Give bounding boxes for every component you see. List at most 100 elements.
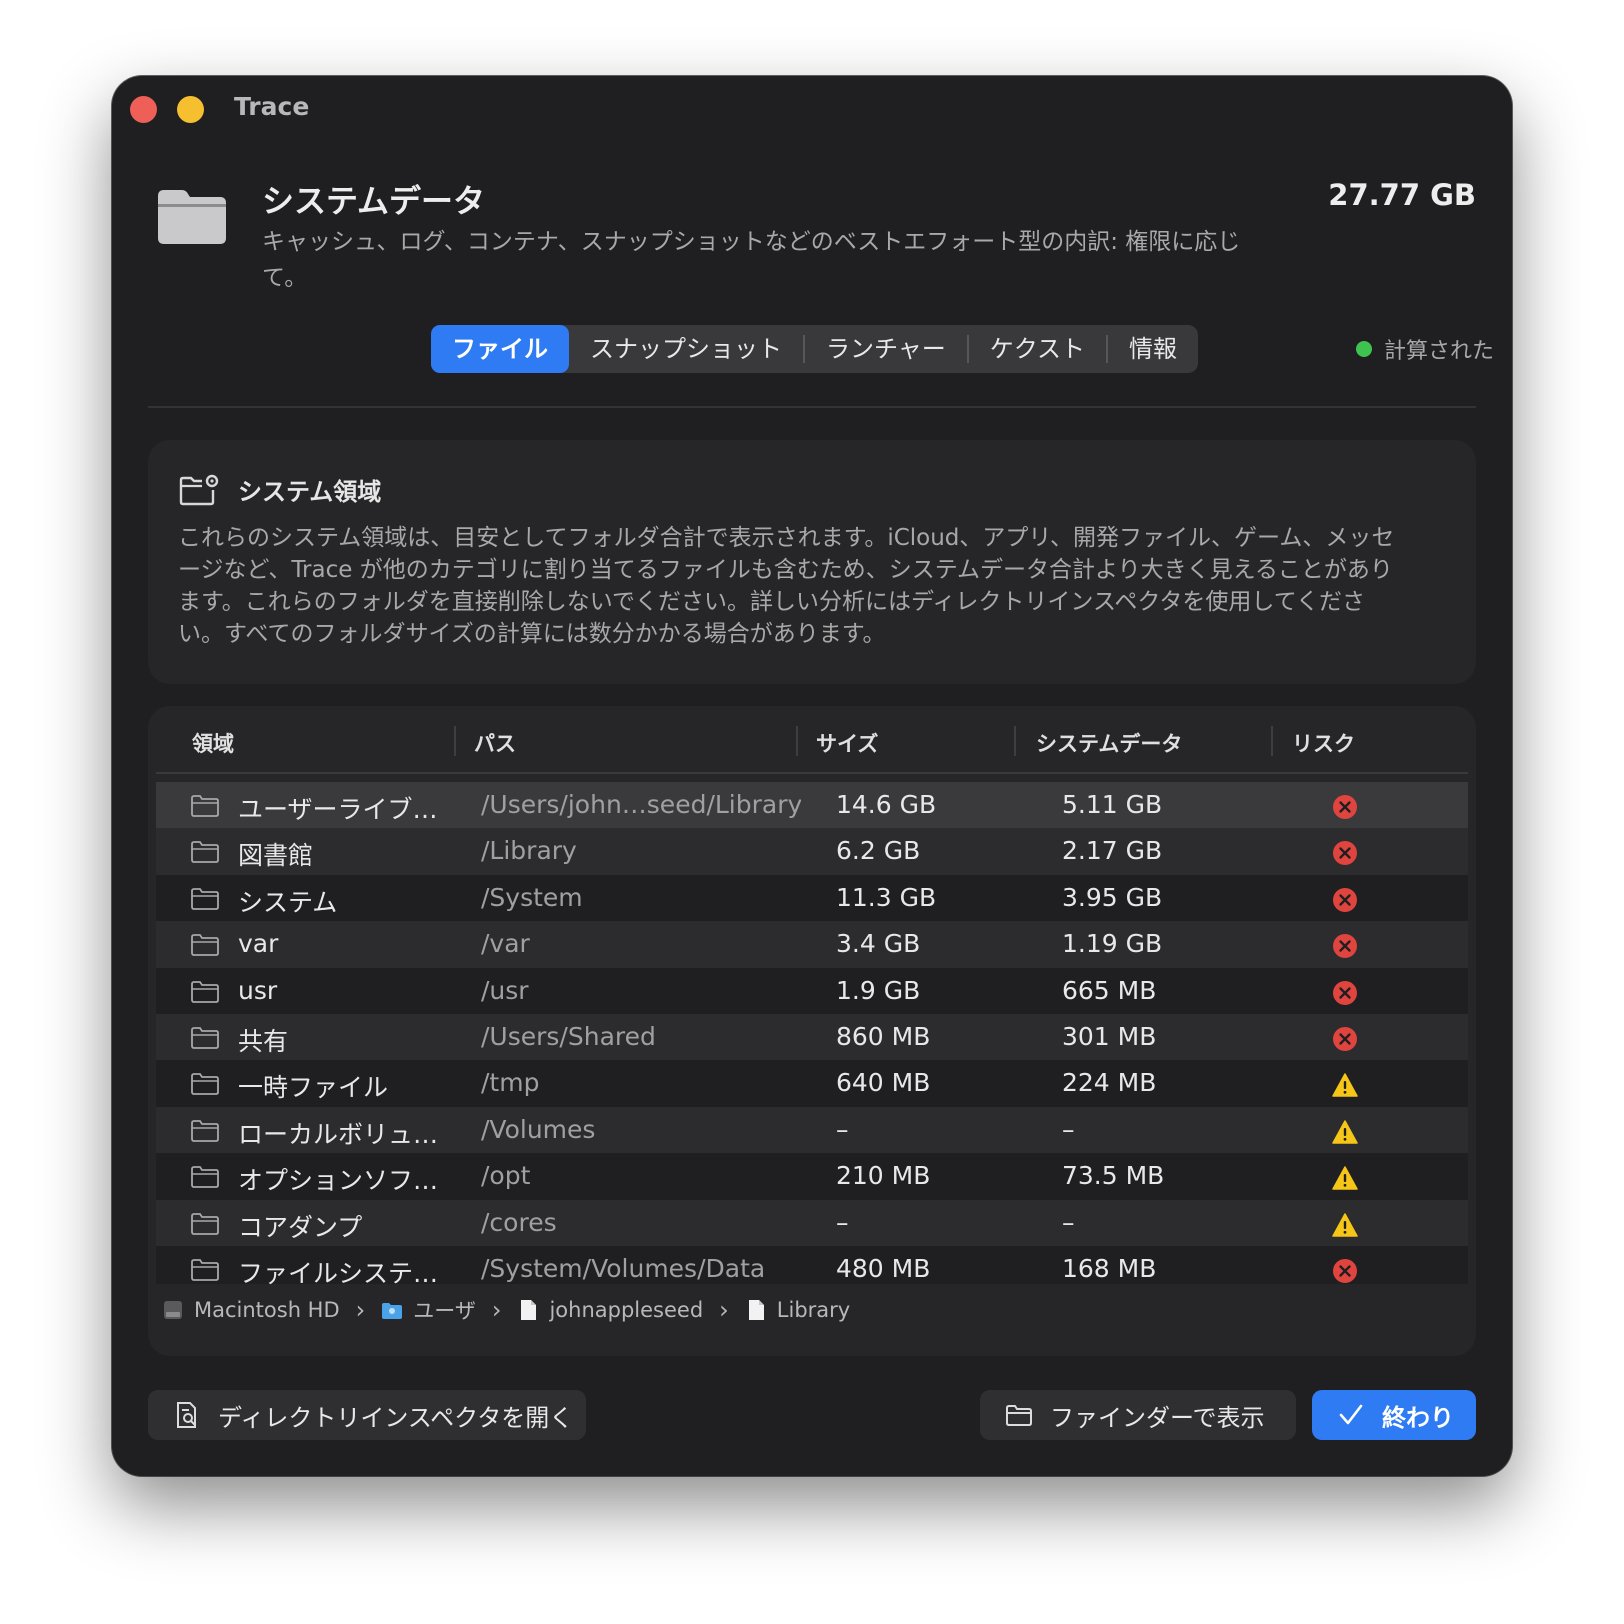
folder-icon — [191, 887, 219, 910]
column-divider — [1271, 726, 1273, 756]
page-subtitle: キャッシュ、ログ、コンテナ、スナップショットなどのベストエフォート型の内訳: 権… — [262, 229, 1241, 291]
folder-icon — [191, 1027, 219, 1049]
area-path: /Users/john…seed/Library — [481, 790, 801, 819]
column-divider — [1014, 726, 1016, 756]
document-icon — [521, 1300, 537, 1320]
area-system-data: 2.17 GB — [1062, 836, 1163, 866]
table-row[interactable]: ローカルボリュ… /Volumes – – — [156, 1106, 1468, 1155]
area-system-data: 5.11 GB — [1062, 790, 1163, 819]
area-size: 3.4 GB — [836, 929, 921, 959]
area-path: /opt — [481, 1161, 531, 1191]
area-size: 860 MB — [836, 1022, 931, 1051]
table-row[interactable]: 図書館/Library 6.2 GB 2.17 GB — [156, 828, 1468, 877]
divider — [148, 406, 1476, 408]
total-size: 27.77 GB — [1328, 178, 1476, 212]
folder-icon — [191, 980, 219, 1003]
area-name: システム — [238, 887, 338, 917]
table-row[interactable]: ファイルシステ… /System/Volumes/Data 480 MB 168 MB — [156, 1246, 1468, 1284]
folder-icon — [191, 1073, 219, 1096]
page-title: システムデータ — [262, 182, 486, 220]
folder-icon — [191, 1166, 219, 1189]
area-size: 1.9 GB — [836, 975, 921, 1005]
area-size: 640 MB — [836, 1068, 931, 1098]
breadcrumb-item[interactable]: Library — [777, 1298, 850, 1322]
done-button-label: 終わり — [1382, 1403, 1454, 1432]
table-row[interactable]: コアダンプ/cores – – — [156, 1199, 1468, 1248]
risk-warning-icon — [1332, 1120, 1358, 1144]
area-name: 一時ファイル — [238, 1073, 389, 1103]
table-row[interactable]: 一時ファイル/tmp 640 MB 224 MB — [156, 1060, 1468, 1109]
app-window: Trace システムデータ キャッシュ、ログ、コンテナ、スナップショットなどのベ… — [112, 76, 1512, 1476]
area-path: /usr — [481, 975, 529, 1005]
area-system-data: – — [1062, 1207, 1075, 1237]
tab-kexts[interactable]: ケクスト — [969, 325, 1106, 373]
area-path: /Library — [481, 836, 577, 866]
area-size: 6.2 GB — [836, 836, 921, 866]
folder-icon — [191, 1119, 219, 1142]
document-search-icon — [177, 1402, 196, 1428]
close-window-button[interactable] — [130, 96, 157, 123]
column-header-risk[interactable]: リスク — [1292, 728, 1355, 758]
area-path: /System — [481, 882, 583, 912]
chevron-right-icon: › — [355, 1296, 366, 1324]
area-size: 480 MB — [836, 1254, 931, 1283]
area-system-data: 73.5 MB — [1062, 1161, 1165, 1191]
area-path: /tmp — [481, 1068, 540, 1098]
risk-high-icon — [1333, 980, 1357, 1005]
tab-bar: ファイル スナップショット ランチャー ケクスト 情報 — [431, 325, 1199, 373]
info-card-body: これらのシステム領域は、目安としてフォルダ合計で表示されます。iCloud、アプ… — [178, 525, 1395, 647]
table-row[interactable]: 共有/Users/Shared 860 MB 301 MB — [156, 1014, 1468, 1062]
folder-gear-icon — [179, 474, 219, 506]
areas-table: 領域 パス サイズ システムデータ リスク ユーザーライブ… /Users/joh… — [148, 706, 1476, 1356]
area-path: /Users/Shared — [481, 1022, 656, 1051]
column-header-size[interactable]: サイズ — [816, 728, 878, 758]
table-row[interactable]: システム/System 11.3 GB 3.95 GB — [156, 874, 1468, 923]
table-row[interactable]: オプションソフ… /opt 210 MB 73.5 MB — [156, 1153, 1468, 1202]
column-header-system-data[interactable]: システムデータ — [1036, 728, 1182, 758]
open-directory-inspector-button[interactable]: ディレクトリインスペクタを開く — [148, 1390, 586, 1440]
area-name: ローカルボリュ… — [238, 1119, 438, 1149]
area-name: 図書館 — [238, 841, 314, 871]
area-name: usr — [238, 975, 278, 1005]
area-path: /System/Volumes/Data — [481, 1254, 766, 1283]
column-header-area[interactable]: 領域 — [192, 728, 234, 758]
area-name: var — [238, 929, 279, 959]
tab-snapshots[interactable]: スナップショット — [569, 325, 803, 373]
breadcrumb-item[interactable]: johnappleseed — [549, 1298, 703, 1322]
table-row[interactable]: usr/usr 1.9 GB 665 MB — [156, 967, 1468, 1016]
tab-info[interactable]: 情報 — [1108, 325, 1198, 373]
status-dot — [1355, 341, 1372, 357]
folder-icon — [1006, 1405, 1032, 1426]
column-divider — [796, 726, 798, 756]
area-size: 210 MB — [836, 1161, 931, 1191]
area-size: – — [836, 1114, 849, 1144]
risk-high-icon — [1333, 934, 1357, 959]
table-row[interactable]: var/var 3.4 GB 1.19 GB — [156, 921, 1468, 970]
disk-icon — [164, 1301, 182, 1319]
tab-launchers[interactable]: ランチャー — [805, 325, 967, 373]
title-bar: Trace — [112, 76, 1512, 138]
show-in-finder-button[interactable]: ファインダーで表示 — [980, 1390, 1296, 1440]
folder-icon — [191, 795, 219, 817]
table-row[interactable]: ユーザーライブ… /Users/john…seed/Library 14.6 GB 5… — [156, 782, 1468, 830]
inspector-button-label: ディレクトリインスペクタを開く — [218, 1403, 574, 1432]
area-path: /cores — [481, 1207, 557, 1237]
risk-high-icon — [1333, 1027, 1357, 1051]
status-indicator: 計算された — [1355, 326, 1494, 372]
column-header-path[interactable]: パス — [474, 728, 516, 758]
minimize-window-button[interactable] — [177, 96, 204, 123]
breadcrumb-item[interactable]: ユーザ — [413, 1295, 476, 1325]
folder-icon — [158, 190, 226, 244]
done-button[interactable]: 終わり — [1312, 1390, 1476, 1440]
tab-files[interactable]: ファイル — [431, 325, 569, 373]
area-system-data: 224 MB — [1062, 1068, 1157, 1098]
area-name: オプションソフ… — [238, 1166, 438, 1196]
table-header: 領域 パス サイズ システムデータ リスク — [156, 706, 1468, 774]
area-system-data: 665 MB — [1062, 975, 1157, 1005]
risk-warning-icon — [1332, 1073, 1358, 1098]
area-system-data: 168 MB — [1062, 1254, 1157, 1283]
folder-icon — [191, 841, 219, 864]
breadcrumb-item[interactable]: Macintosh HD — [194, 1298, 340, 1322]
status-label: 計算された — [1383, 339, 1494, 364]
area-system-data: – — [1062, 1114, 1075, 1144]
